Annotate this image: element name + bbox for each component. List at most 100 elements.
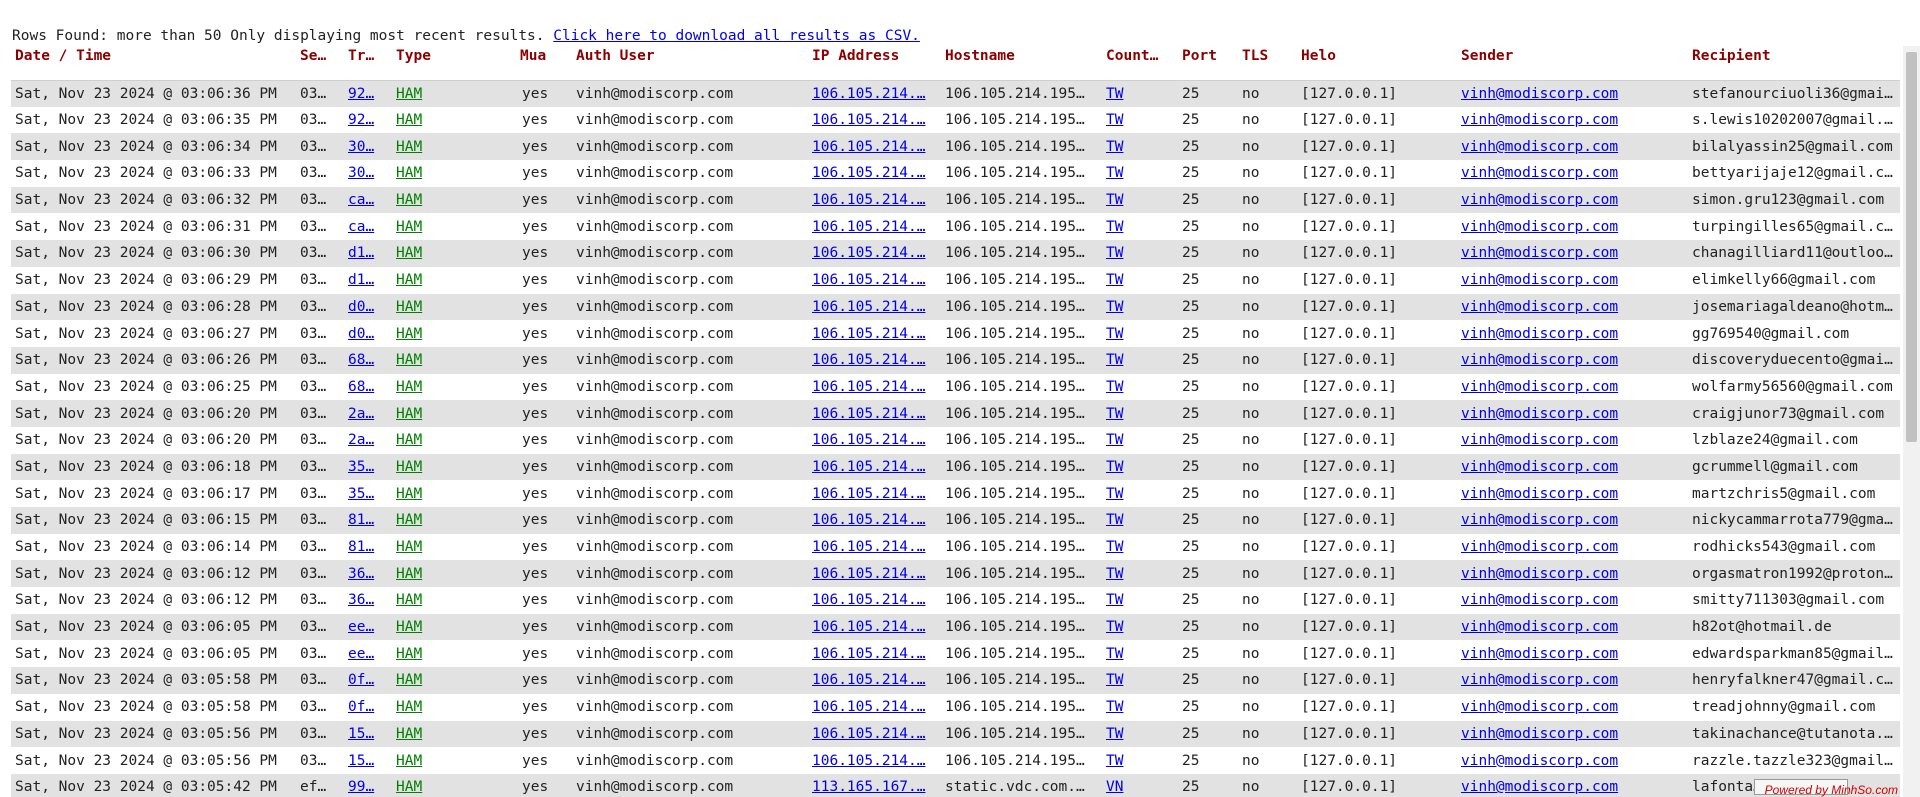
cell-country-link[interactable]: TW — [1106, 432, 1123, 448]
cell-type-link[interactable]: HAM — [396, 352, 422, 368]
cell-type-link[interactable]: HAM — [396, 512, 422, 528]
cell-country-link[interactable]: TW — [1106, 406, 1123, 422]
cell-sender-link[interactable]: vinh@modiscorp.com — [1461, 459, 1618, 475]
cell-country-link[interactable]: TW — [1106, 192, 1123, 208]
col-header-recipient[interactable]: Recipient — [1688, 46, 1900, 80]
cell-ip-link[interactable]: 106.105.214.… — [812, 326, 926, 342]
cell-type-link[interactable]: HAM — [396, 406, 422, 422]
cell-transaction-link[interactable]: 36… — [348, 592, 374, 608]
cell-country-link[interactable]: TW — [1106, 539, 1123, 555]
cell-ip-link[interactable]: 106.105.214.… — [812, 165, 926, 181]
cell-country-link[interactable]: TW — [1106, 619, 1123, 635]
cell-type-link[interactable]: HAM — [396, 86, 422, 102]
cell-transaction-link[interactable]: 68… — [348, 379, 374, 395]
cell-country-link[interactable]: TW — [1106, 459, 1123, 475]
cell-country-link[interactable]: TW — [1106, 352, 1123, 368]
cell-sender-link[interactable]: vinh@modiscorp.com — [1461, 299, 1618, 315]
cell-ip-link[interactable]: 113.165.167.… — [812, 779, 926, 795]
cell-ip-link[interactable]: 106.105.214.… — [812, 86, 926, 102]
cell-sender-link[interactable]: vinh@modiscorp.com — [1461, 139, 1618, 155]
cell-type-link[interactable]: HAM — [396, 272, 422, 288]
cell-transaction-link[interactable]: ca… — [348, 219, 374, 235]
cell-sender-link[interactable]: vinh@modiscorp.com — [1461, 486, 1618, 502]
cell-sender-link[interactable]: vinh@modiscorp.com — [1461, 726, 1618, 742]
cell-ip-link[interactable]: 106.105.214.… — [812, 753, 926, 769]
cell-sender-link[interactable]: vinh@modiscorp.com — [1461, 699, 1618, 715]
cell-ip-link[interactable]: 106.105.214.… — [812, 139, 926, 155]
cell-country-link[interactable]: TW — [1106, 566, 1123, 582]
cell-transaction-link[interactable]: 2a… — [348, 406, 374, 422]
cell-ip-link[interactable]: 106.105.214.… — [812, 592, 926, 608]
cell-ip-link[interactable]: 106.105.214.… — [812, 672, 926, 688]
cell-transaction-link[interactable]: 30… — [348, 165, 374, 181]
cell-sender-link[interactable]: vinh@modiscorp.com — [1461, 326, 1618, 342]
cell-sender-link[interactable]: vinh@modiscorp.com — [1461, 192, 1618, 208]
cell-sender-link[interactable]: vinh@modiscorp.com — [1461, 672, 1618, 688]
cell-ip-link[interactable]: 106.105.214.… — [812, 379, 926, 395]
cell-type-link[interactable]: HAM — [396, 486, 422, 502]
cell-country-link[interactable]: TW — [1106, 699, 1123, 715]
cell-ip-link[interactable]: 106.105.214.… — [812, 245, 926, 261]
cell-transaction-link[interactable]: ee… — [348, 646, 374, 662]
cell-type-link[interactable]: HAM — [396, 245, 422, 261]
col-header-hostname[interactable]: Hostname — [941, 46, 1102, 80]
cell-type-link[interactable]: HAM — [396, 753, 422, 769]
cell-transaction-link[interactable]: ee… — [348, 619, 374, 635]
col-header-type[interactable]: Type — [392, 46, 516, 80]
col-header-mua[interactable]: Mua — [516, 46, 572, 80]
cell-country-link[interactable]: TW — [1106, 379, 1123, 395]
cell-type-link[interactable]: HAM — [396, 566, 422, 582]
cell-transaction-link[interactable]: 81… — [348, 512, 374, 528]
cell-sender-link[interactable]: vinh@modiscorp.com — [1461, 619, 1618, 635]
cell-type-link[interactable]: HAM — [396, 139, 422, 155]
cell-type-link[interactable]: HAM — [396, 326, 422, 342]
cell-country-link[interactable]: TW — [1106, 753, 1123, 769]
cell-ip-link[interactable]: 106.105.214.… — [812, 112, 926, 128]
cell-transaction-link[interactable]: 0f… — [348, 672, 374, 688]
cell-transaction-link[interactable]: 81… — [348, 539, 374, 555]
cell-transaction-link[interactable]: ca… — [348, 192, 374, 208]
cell-sender-link[interactable]: vinh@modiscorp.com — [1461, 86, 1618, 102]
cell-country-link[interactable]: TW — [1106, 326, 1123, 342]
cell-country-link[interactable]: TW — [1106, 646, 1123, 662]
cell-country-link[interactable]: VN — [1106, 779, 1123, 795]
cell-country-link[interactable]: TW — [1106, 112, 1123, 128]
col-header-ip-address[interactable]: IP Address — [808, 46, 941, 80]
cell-sender-link[interactable]: vinh@modiscorp.com — [1461, 112, 1618, 128]
cell-transaction-link[interactable]: d1… — [348, 245, 374, 261]
cell-country-link[interactable]: TW — [1106, 165, 1123, 181]
col-header-server[interactable]: Se… — [296, 46, 344, 80]
cell-transaction-link[interactable]: 2a… — [348, 432, 374, 448]
cell-ip-link[interactable]: 106.105.214.… — [812, 486, 926, 502]
download-csv-link[interactable]: Click here to download all results as CS… — [553, 28, 920, 44]
cell-ip-link[interactable]: 106.105.214.… — [812, 352, 926, 368]
cell-sender-link[interactable]: vinh@modiscorp.com — [1461, 779, 1618, 795]
cell-sender-link[interactable]: vinh@modiscorp.com — [1461, 566, 1618, 582]
cell-transaction-link[interactable]: 68… — [348, 352, 374, 368]
cell-ip-link[interactable]: 106.105.214.… — [812, 646, 926, 662]
cell-country-link[interactable]: TW — [1106, 272, 1123, 288]
cell-ip-link[interactable]: 106.105.214.… — [812, 619, 926, 635]
cell-transaction-link[interactable]: 92… — [348, 86, 374, 102]
cell-country-link[interactable]: TW — [1106, 219, 1123, 235]
cell-ip-link[interactable]: 106.105.214.… — [812, 566, 926, 582]
cell-transaction-link[interactable]: 30… — [348, 139, 374, 155]
cell-ip-link[interactable]: 106.105.214.… — [812, 299, 926, 315]
cell-ip-link[interactable]: 106.105.214.… — [812, 272, 926, 288]
cell-country-link[interactable]: TW — [1106, 245, 1123, 261]
cell-sender-link[interactable]: vinh@modiscorp.com — [1461, 379, 1618, 395]
cell-sender-link[interactable]: vinh@modiscorp.com — [1461, 165, 1618, 181]
cell-sender-link[interactable]: vinh@modiscorp.com — [1461, 272, 1618, 288]
cell-type-link[interactable]: HAM — [396, 726, 422, 742]
col-header-port[interactable]: Port — [1178, 46, 1238, 80]
cell-transaction-link[interactable]: d0… — [348, 326, 374, 342]
cell-ip-link[interactable]: 106.105.214.… — [812, 726, 926, 742]
cell-sender-link[interactable]: vinh@modiscorp.com — [1461, 753, 1618, 769]
cell-transaction-link[interactable]: d0… — [348, 299, 374, 315]
cell-type-link[interactable]: HAM — [396, 646, 422, 662]
cell-type-link[interactable]: HAM — [396, 192, 422, 208]
cell-sender-link[interactable]: vinh@modiscorp.com — [1461, 432, 1618, 448]
cell-type-link[interactable]: HAM — [396, 432, 422, 448]
cell-transaction-link[interactable]: 92… — [348, 112, 374, 128]
cell-country-link[interactable]: TW — [1106, 512, 1123, 528]
